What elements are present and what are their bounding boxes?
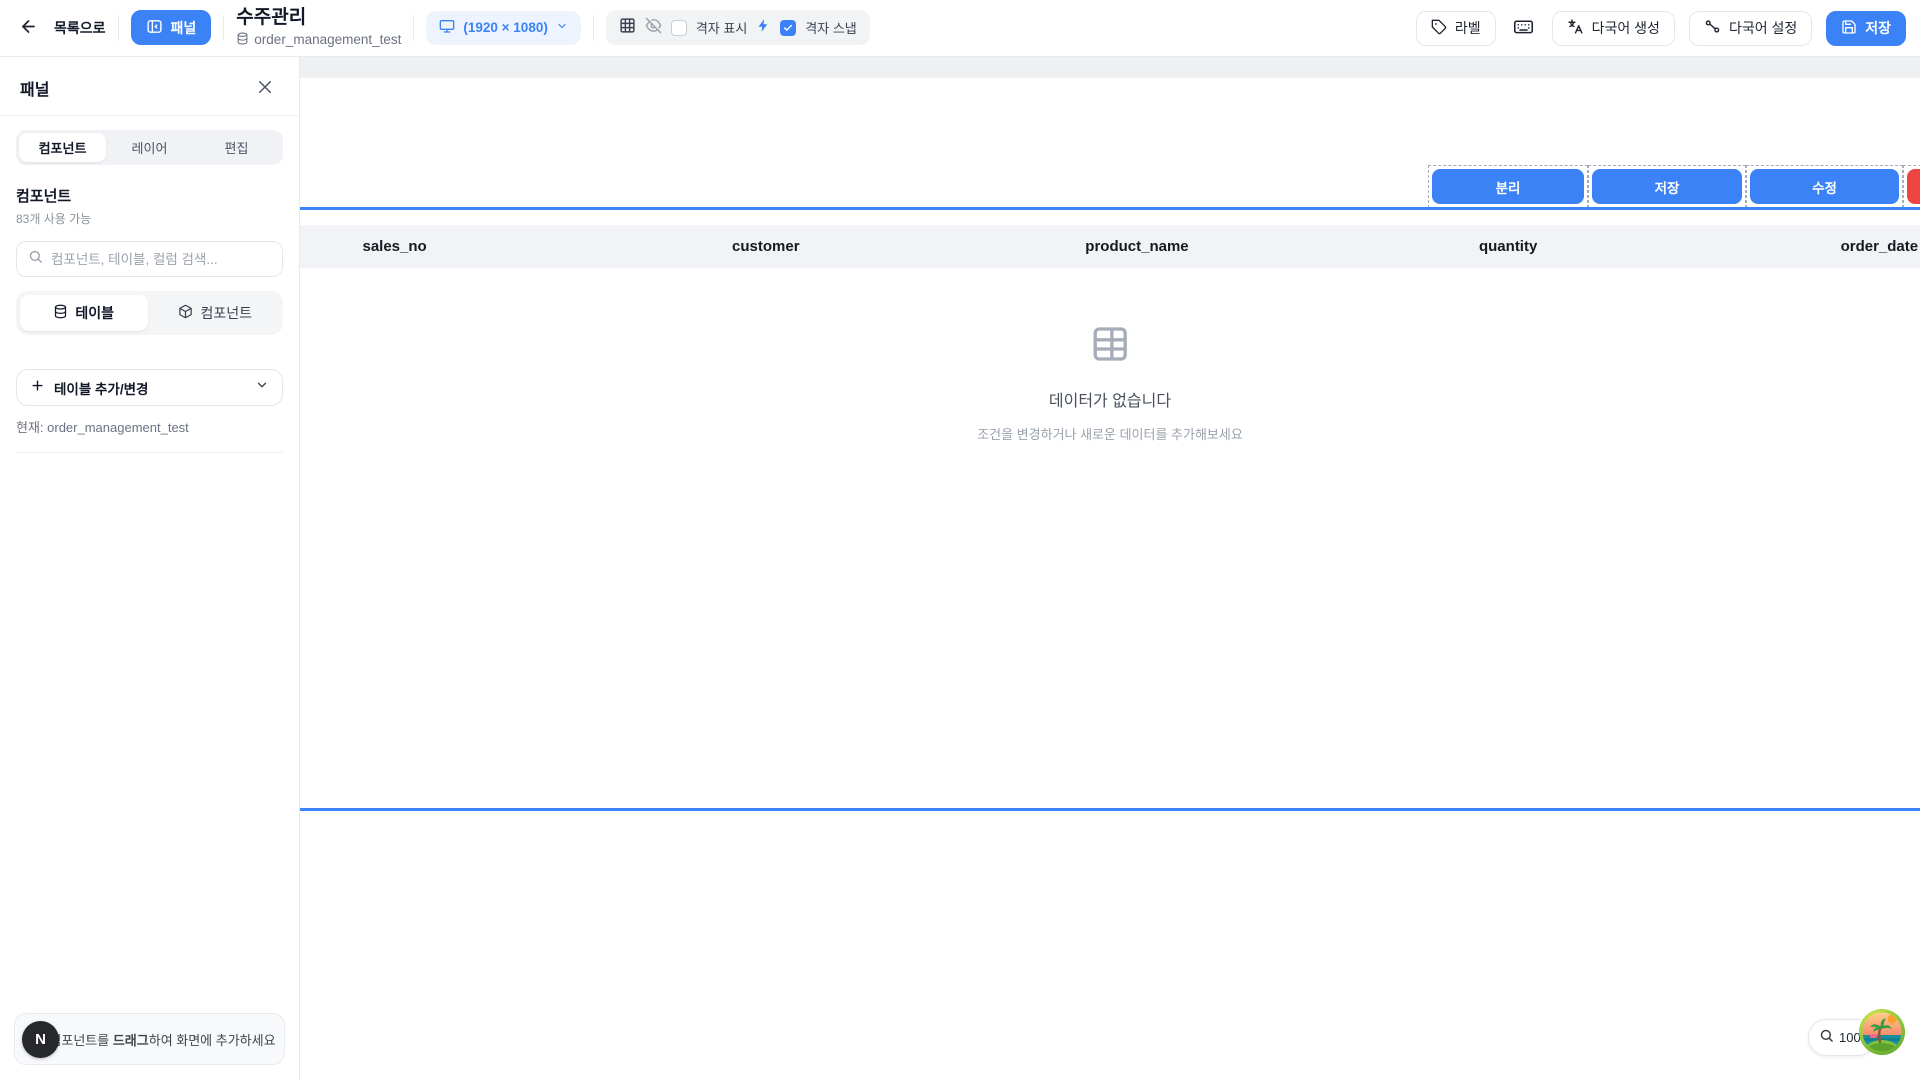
bound-table-ref: order_management_test: [236, 32, 401, 48]
grid-snap-checkbox[interactable]: [780, 20, 796, 36]
divider: [0, 115, 299, 116]
i18n-generate-text: 다국어 생성: [1592, 18, 1660, 38]
save-button[interactable]: 저장: [1826, 11, 1906, 46]
plus-icon: [30, 378, 45, 398]
editor-canvas[interactable]: 분리 저장 수정 sales_no customer product_name …: [300, 57, 1920, 1080]
components-section-title: 컴포넌트: [16, 185, 283, 206]
i18n-settings-text: 다국어 설정: [1729, 18, 1797, 38]
bound-table-name: order_management_test: [254, 32, 401, 47]
save-button-text: 저장: [1865, 18, 1891, 38]
current-table-label: 현재: order_management_test: [16, 417, 283, 436]
back-button[interactable]: [14, 14, 42, 42]
source-tab-table[interactable]: 테이블: [20, 295, 148, 331]
selected-button-wrapper: 수정: [1746, 165, 1903, 208]
toolbar-divider: [223, 15, 224, 41]
drag-hint-text: 컴포넌트를 드래그하여 화면에 추가하세요: [23, 1030, 275, 1049]
grid-show-label[interactable]: 격자 표시: [696, 18, 747, 37]
cube-icon: [178, 304, 193, 322]
chevron-down-icon: [255, 378, 269, 397]
chevron-down-icon: [556, 20, 568, 35]
column-header: sales_no: [300, 225, 580, 268]
action-button-danger[interactable]: [1907, 169, 1920, 204]
empty-state-subtitle: 조건을 변경하거나 새로운 데이터를 추가해보세요: [977, 424, 1243, 443]
panel-spacer: [0, 453, 299, 1013]
back-label[interactable]: 목록으로: [54, 18, 106, 38]
sidebar-panel-icon: [146, 18, 163, 38]
column-header: customer: [580, 225, 951, 268]
i18n-generate-button[interactable]: 다국어 생성: [1552, 11, 1675, 46]
grid-snap-label[interactable]: 격자 스냅: [805, 18, 856, 37]
source-tab-table-label: 테이블: [75, 303, 114, 323]
top-toolbar: 목록으로 패널 수주관리 order_management_test (1920…: [0, 0, 1920, 57]
add-table-dropdown[interactable]: 테이블 추가/변경: [16, 369, 283, 406]
toolbar-divider: [118, 15, 119, 41]
grid-icon: [619, 17, 636, 39]
eye-off-icon: [645, 17, 662, 39]
column-header: quantity: [1323, 225, 1694, 268]
add-table-label: 테이블 추가/변경: [54, 378, 246, 398]
viewport-size-select[interactable]: (1920 × 1080): [426, 11, 580, 45]
source-tab-component[interactable]: 컴포넌트: [152, 295, 280, 331]
waypoints-icon: [1704, 18, 1721, 38]
grid-show-checkbox[interactable]: [671, 20, 687, 36]
keyboard-shortcuts-button[interactable]: [1510, 14, 1538, 42]
toolbar-divider: [593, 15, 594, 41]
column-header: order_date: [1694, 225, 1920, 268]
arrow-left-icon: [19, 17, 38, 39]
data-grid-header[interactable]: sales_no customer product_name quantity …: [300, 225, 1920, 268]
tab-components[interactable]: 컴포넌트: [19, 133, 106, 162]
panel-toggle-label: 패널: [171, 18, 197, 38]
selected-button-wrapper: 저장: [1588, 165, 1746, 208]
action-button-edit[interactable]: 수정: [1750, 169, 1899, 204]
toolbar-divider: [413, 15, 414, 41]
table-grid-icon: [1090, 324, 1130, 369]
action-button-save[interactable]: 저장: [1592, 169, 1742, 204]
selection-border-bottom: [300, 808, 1920, 811]
selected-button-wrapper: [1903, 165, 1920, 208]
database-icon: [53, 304, 68, 322]
grid-empty-state: 데이터가 없습니다 조건을 변경하거나 새로운 데이터를 추가해보세요: [977, 324, 1243, 443]
column-header: product_name: [951, 225, 1322, 268]
keyboard-icon: [1513, 16, 1534, 40]
viewport-size-label: (1920 × 1080): [463, 20, 547, 35]
save-floppy-icon: [1841, 19, 1857, 38]
left-panel: 패널 컴포넌트 레이어 편집 컴포넌트 83개 사용 가능 테이블: [0, 57, 300, 1080]
magnifier-icon: [1819, 1028, 1834, 1048]
grid-options-group: 격자 표시 격자 스냅: [606, 10, 870, 45]
tag-icon: [1431, 19, 1447, 38]
tab-edit[interactable]: 편집: [193, 133, 280, 162]
panel-close-button[interactable]: [251, 74, 279, 102]
action-button-detach[interactable]: 분리: [1432, 169, 1584, 204]
monitor-icon: [439, 18, 455, 37]
search-input[interactable]: [51, 252, 271, 267]
source-tab-component-label: 컴포넌트: [200, 303, 252, 323]
panel-tab-bar: 컴포넌트 레이어 편집: [16, 130, 283, 165]
lightning-icon: [756, 18, 771, 38]
tab-layers[interactable]: 레이어: [106, 133, 193, 162]
panel-toggle-button[interactable]: 패널: [131, 10, 212, 45]
database-icon: [236, 32, 249, 48]
label-button[interactable]: 라벨: [1416, 11, 1496, 46]
i18n-settings-button[interactable]: 다국어 설정: [1689, 11, 1812, 46]
component-search: [16, 241, 283, 277]
drag-hint: N 컴포넌트를 드래그하여 화면에 추가하세요: [14, 1013, 285, 1065]
empty-state-title: 데이터가 없습니다: [1049, 387, 1171, 411]
label-button-text: 라벨: [1455, 18, 1481, 38]
close-icon: [256, 78, 274, 99]
page-title: 수주관리: [236, 8, 401, 29]
selection-border-top: [300, 207, 1920, 210]
panel-title: 패널: [20, 76, 49, 100]
components-available-count: 83개 사용 가능: [16, 210, 283, 227]
selected-button-wrapper: 분리: [1428, 165, 1588, 208]
island-sticker: [1858, 1008, 1906, 1056]
source-segmented-control: 테이블 컴포넌트: [16, 291, 283, 335]
design-page[interactable]: 분리 저장 수정 sales_no customer product_name …: [300, 78, 1920, 1080]
search-icon: [28, 249, 43, 269]
translate-icon: [1567, 18, 1584, 38]
n-logo-badge: N: [22, 1021, 59, 1058]
